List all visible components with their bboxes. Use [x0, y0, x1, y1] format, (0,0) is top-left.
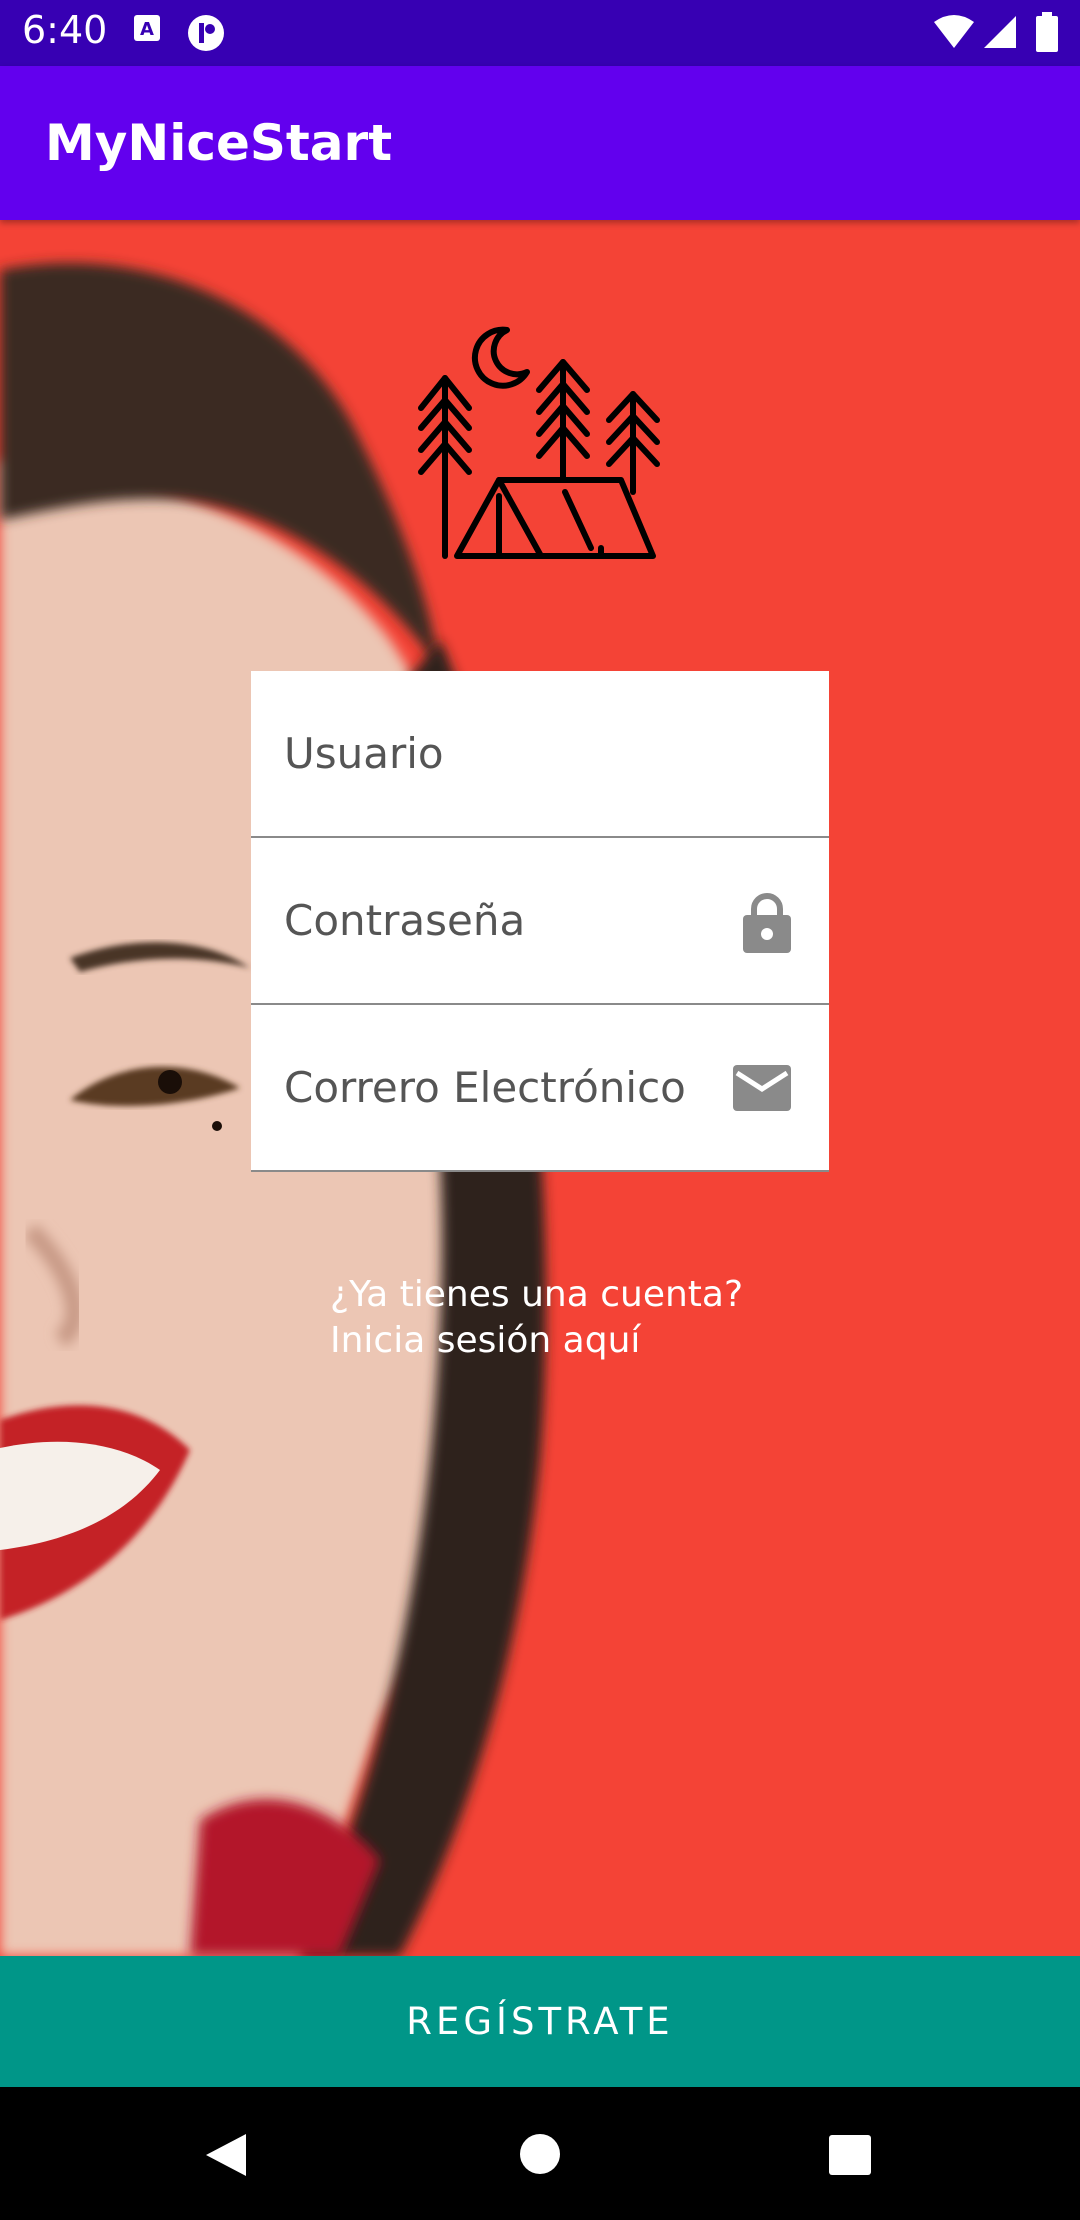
register-button[interactable]: REGÍSTRATE — [0, 1956, 1080, 2087]
app-title: MyNiceStart — [45, 114, 393, 172]
back-icon[interactable] — [204, 2132, 248, 2182]
password-field[interactable]: Contraseña — [251, 838, 829, 1005]
home-icon[interactable] — [519, 2133, 561, 2179]
login-link-line1: ¿Ya tienes una cuenta? — [330, 1274, 744, 1315]
battery-icon — [1036, 12, 1058, 56]
signup-form: Usuario Contraseña Correro Electrónico — [251, 671, 829, 1172]
a-notification-icon: A — [132, 13, 162, 47]
username-placeholder: Usuario — [284, 729, 444, 778]
p-notification-icon — [186, 13, 226, 57]
svg-text:A: A — [140, 19, 154, 40]
username-field[interactable]: Usuario — [251, 671, 829, 838]
wifi-icon — [934, 14, 974, 54]
lock-icon — [743, 891, 791, 957]
login-link[interactable]: ¿Ya tienes una cuenta? Inicia sesión aqu… — [330, 1272, 743, 1364]
app-bar: MyNiceStart — [0, 66, 1080, 220]
mail-icon — [733, 1065, 791, 1115]
main-content: Usuario Contraseña Correro Electrónico ¿… — [0, 220, 1080, 1956]
password-placeholder: Contraseña — [284, 896, 526, 945]
navigation-bar — [0, 2087, 1080, 2220]
status-bar: 6:40 A — [0, 0, 1080, 66]
status-time: 6:40 — [22, 8, 108, 52]
camping-tent-moon-trees-icon — [418, 326, 660, 559]
email-field[interactable]: Correro Electrónico — [251, 1005, 829, 1172]
login-link-line2: Inicia sesión aquí — [330, 1320, 641, 1361]
email-placeholder: Correro Electrónico — [284, 1063, 686, 1112]
signal-icon — [982, 14, 1018, 54]
recents-icon[interactable] — [829, 2135, 871, 2179]
